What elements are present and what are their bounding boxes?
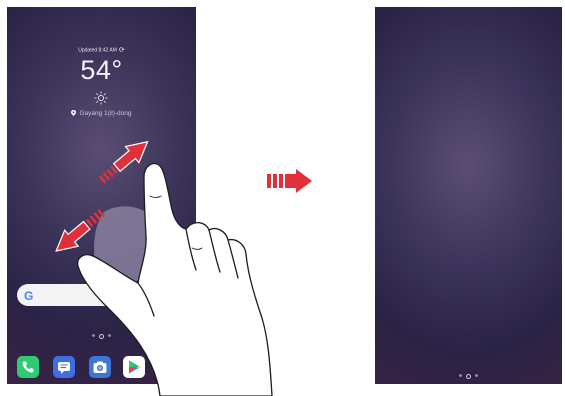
location-pin-icon bbox=[71, 110, 77, 117]
next-step-arrow-icon bbox=[267, 169, 312, 193]
weather-location[interactable]: Gayang 1(il)-dong bbox=[7, 110, 196, 117]
home-screen-before: Updated 8:42 AM ⟳ 54° Gayang 1(il)-dong G bbox=[7, 7, 196, 384]
weather-updated-time: Updated 8:42 AM ⟳ bbox=[7, 46, 196, 54]
page-dot bbox=[459, 374, 462, 377]
page-dot bbox=[475, 374, 478, 377]
home-page-dot bbox=[466, 374, 471, 379]
page-indicator bbox=[375, 374, 562, 379]
temperature: 54° bbox=[80, 55, 123, 85]
page-indicator bbox=[7, 334, 196, 339]
page-dot bbox=[108, 334, 111, 337]
location-label: Gayang 1(il)-dong bbox=[79, 110, 132, 117]
updated-label: Updated 8:42 AM bbox=[78, 47, 117, 54]
camera-icon[interactable] bbox=[89, 356, 111, 378]
page-dot bbox=[92, 334, 95, 337]
home-screen-after bbox=[375, 7, 562, 384]
google-icon: G bbox=[24, 289, 34, 303]
phone-icon[interactable] bbox=[17, 356, 39, 378]
sun-icon bbox=[94, 91, 108, 105]
messages-icon[interactable] bbox=[53, 356, 75, 378]
refresh-icon[interactable]: ⟳ bbox=[119, 46, 125, 54]
google-search-bar[interactable]: G bbox=[17, 284, 182, 306]
home-page-dot bbox=[99, 334, 104, 339]
play-store-icon[interactable] bbox=[123, 356, 145, 378]
